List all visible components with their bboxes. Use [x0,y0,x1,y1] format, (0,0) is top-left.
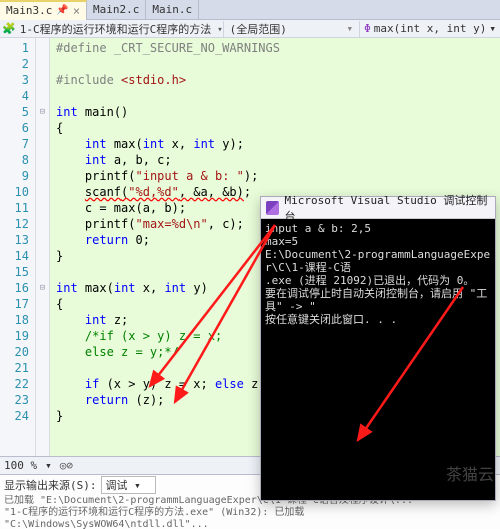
fold-toggle [36,136,49,152]
fold-toggle [36,88,49,104]
line-number: 8 [0,152,35,168]
zoom-level[interactable]: 100 % [4,459,37,472]
line-number: 16 [0,280,35,296]
fold-toggle [36,40,49,56]
fold-toggle [36,56,49,72]
file-tab-label: Main3.c [6,4,52,17]
fold-toggle [36,264,49,280]
line-number: 20 [0,344,35,360]
line-number: 15 [0,264,35,280]
navigation-bar: 🧩 1-C程序的运行环境和运行C程序的方法 (全局范围) ▾ Φ max(int… [0,20,500,38]
fold-toggle [36,168,49,184]
fold-toggle [36,360,49,376]
fold-toggle [36,184,49,200]
line-number: 4 [0,88,35,104]
code-line[interactable]: int max(int x, int y); [50,136,500,152]
line-number: 13 [0,232,35,248]
console-body[interactable]: input a & b: 2,5max=5E:\Document\2-progr… [261,219,495,500]
console-line: 要在调试停止时自动关闭控制台，请启用 "工具" -> " [265,287,491,313]
close-icon[interactable]: × [73,4,80,18]
line-number: 5 [0,104,35,120]
chevron-down-icon: ▾ [489,22,496,35]
line-number: 3 [0,72,35,88]
scope-label: (全局范围) [230,21,287,37]
fold-toggle [36,312,49,328]
file-tab-label: Main2.c [93,3,139,16]
line-number: 7 [0,136,35,152]
file-tab-main2[interactable]: Main2.c [87,0,146,20]
file-tab-main[interactable]: Main.c [146,0,199,20]
code-line[interactable]: int a, b, c; [50,152,500,168]
output-source-dropdown[interactable]: 调试 ▾ [101,476,156,494]
line-number: 10 [0,184,35,200]
line-number: 11 [0,200,35,216]
output-source-value: 调试 [106,479,128,492]
fold-gutter: ⊟⊟ [36,38,50,456]
fold-toggle [36,344,49,360]
line-number: 22 [0,376,35,392]
file-tab-main3[interactable]: Main3.c 📌 × [0,0,87,20]
fold-toggle [36,296,49,312]
visual-studio-icon [266,201,279,215]
line-number: 9 [0,168,35,184]
fold-toggle[interactable]: ⊟ [36,104,49,120]
line-number: 18 [0,312,35,328]
chevron-down-icon: ▾ [347,22,354,35]
chevron-down-icon [215,22,222,35]
fold-toggle [36,248,49,264]
member-dropdown[interactable]: Φ max(int x, int y) ▾ [360,22,500,35]
pin-icon[interactable]: 📌 [56,5,68,16]
console-line: E:\Document\2-programmLanguageExper\C\1-… [265,248,491,274]
console-line: input a & b: 2,5 [265,222,491,235]
code-line[interactable] [50,88,500,104]
fold-toggle [36,120,49,136]
fold-toggle [36,200,49,216]
chevron-down-icon[interactable]: ▾ [45,459,52,472]
fold-toggle [36,72,49,88]
cpp-icon: 🧩 [2,22,16,35]
fold-toggle [36,216,49,232]
line-number: 17 [0,296,35,312]
fold-toggle [36,392,49,408]
console-line: max=5 [265,235,491,248]
project-scope-dropdown[interactable]: 🧩 1-C程序的运行环境和运行C程序的方法 [0,21,223,37]
project-name: 1-C程序的运行环境和运行C程序的方法 [20,21,212,37]
output-source-label: 显示输出来源(S): [4,477,97,493]
output-line: "1-C程序的运行环境和运行C程序的方法.exe" (Win32): 已加载 "… [4,507,496,529]
line-number: 19 [0,328,35,344]
line-number: 23 [0,392,35,408]
line-number: 1 [0,40,35,56]
file-tab-label: Main.c [152,3,192,16]
file-tabs-bar: Main3.c 📌 × Main2.c Main.c [0,0,500,20]
console-line: .exe (进程 21092)已退出，代码为 0。 [265,274,491,287]
scope-dropdown[interactable]: (全局范围) ▾ [223,21,361,37]
fold-toggle [36,376,49,392]
line-number: 24 [0,408,35,424]
line-number: 12 [0,216,35,232]
console-titlebar[interactable]: Microsoft Visual Studio 调试控制台 [261,197,495,219]
member-label: max(int x, int y) [374,22,487,35]
line-number: 2 [0,56,35,72]
function-icon: Φ [364,22,371,35]
fold-toggle [36,408,49,424]
code-line[interactable]: { [50,120,500,136]
console-line: 按任意键关闭此窗口. . . [265,313,491,326]
fold-toggle [36,232,49,248]
fold-toggle [36,328,49,344]
line-number: 6 [0,120,35,136]
code-line[interactable] [50,56,500,72]
code-line[interactable]: #define _CRT_SECURE_NO_WARNINGS [50,40,500,56]
code-line[interactable]: #include <stdio.h> [50,72,500,88]
fold-toggle[interactable]: ⊟ [36,280,49,296]
code-line[interactable]: int main() [50,104,500,120]
no-issues-icon: ◎⊘ [60,459,73,472]
line-number-gutter: 123456789101112131415161718192021222324 [0,38,36,456]
fold-toggle [36,152,49,168]
line-number: 21 [0,360,35,376]
debug-console-window[interactable]: Microsoft Visual Studio 调试控制台 input a & … [260,196,496,501]
code-line[interactable]: printf("input a & b: "); [50,168,500,184]
line-number: 14 [0,248,35,264]
